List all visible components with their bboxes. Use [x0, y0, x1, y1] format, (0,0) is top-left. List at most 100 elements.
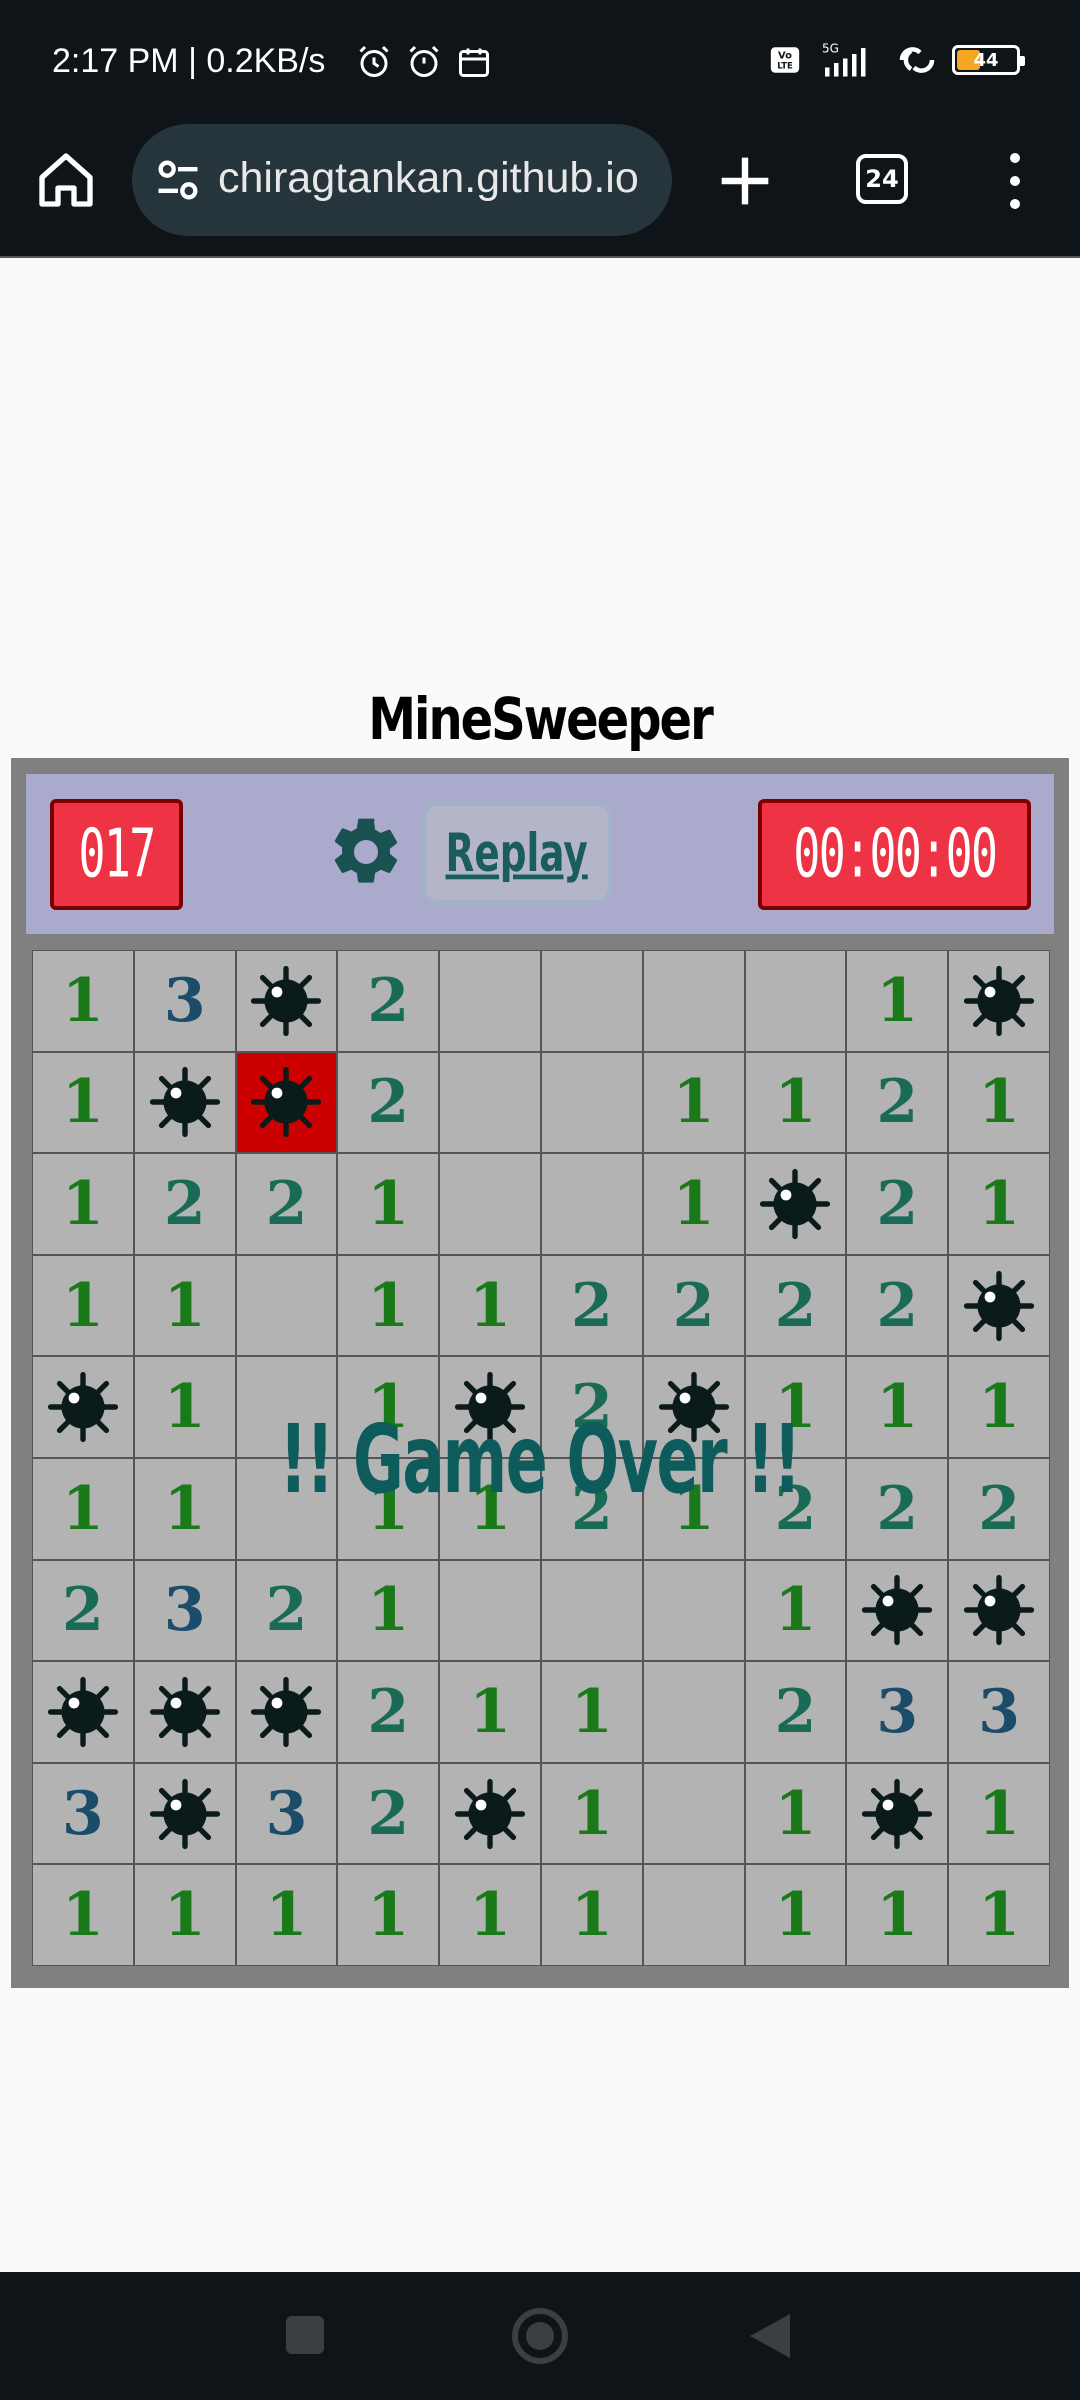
number-cell[interactable]: 3	[32, 1762, 134, 1865]
number-cell[interactable]: 2	[337, 950, 440, 1052]
number-cell[interactable]: 1	[846, 950, 949, 1052]
number-cell[interactable]: 1	[642, 1153, 745, 1255]
number-cell[interactable]: 2	[235, 1153, 338, 1255]
mine-cell[interactable]	[32, 1356, 134, 1458]
number-cell[interactable]: 1	[133, 1864, 236, 1966]
mine-cell[interactable]	[235, 1661, 338, 1763]
number-cell[interactable]: 1	[439, 1254, 541, 1357]
mine-cell[interactable]	[744, 1153, 847, 1255]
number-cell[interactable]: 2	[540, 1254, 643, 1357]
empty-cell[interactable]	[439, 1051, 541, 1154]
mine-cell[interactable]	[235, 950, 338, 1052]
number-cell[interactable]: 1	[133, 1254, 236, 1357]
number-cell[interactable]: 1	[32, 950, 134, 1052]
number-cell[interactable]: 1	[948, 1051, 1050, 1154]
number-cell[interactable]: 1	[439, 1457, 541, 1560]
number-cell[interactable]: 2	[846, 1051, 949, 1154]
number-cell[interactable]: 1	[642, 1051, 745, 1154]
empty-cell[interactable]	[642, 1864, 745, 1966]
number-cell[interactable]: 1	[337, 1457, 440, 1560]
number-cell[interactable]: 1	[642, 1457, 745, 1560]
number-cell[interactable]: 1	[32, 1864, 134, 1966]
empty-cell[interactable]	[642, 1559, 745, 1662]
number-cell[interactable]: 1	[744, 1356, 847, 1458]
number-cell[interactable]: 1	[540, 1762, 643, 1865]
number-cell[interactable]: 1	[32, 1254, 134, 1357]
number-cell[interactable]: 1	[32, 1153, 134, 1255]
mine-cell[interactable]	[133, 1661, 236, 1763]
number-cell[interactable]: 2	[744, 1661, 847, 1763]
new-tab-button[interactable]	[710, 146, 780, 216]
number-cell[interactable]: 2	[744, 1254, 847, 1357]
empty-cell[interactable]	[540, 1559, 643, 1662]
number-cell[interactable]: 1	[540, 1661, 643, 1763]
empty-cell[interactable]	[235, 1356, 338, 1458]
number-cell[interactable]: 2	[133, 1153, 236, 1255]
empty-cell[interactable]	[744, 950, 847, 1052]
number-cell[interactable]: 3	[133, 950, 236, 1052]
replay-button[interactable]: Replay	[422, 802, 612, 904]
number-cell[interactable]: 1	[846, 1356, 949, 1458]
settings-gear-icon[interactable]	[326, 812, 406, 892]
recents-button[interactable]	[286, 2316, 324, 2354]
number-cell[interactable]: 2	[846, 1153, 949, 1255]
number-cell[interactable]: 3	[846, 1661, 949, 1763]
mine-cell[interactable]	[32, 1661, 134, 1763]
number-cell[interactable]: 1	[337, 1254, 440, 1357]
mine-cell[interactable]	[642, 1356, 745, 1458]
mine-cell[interactable]	[133, 1762, 236, 1865]
empty-cell[interactable]	[540, 1153, 643, 1255]
number-cell[interactable]: 3	[133, 1559, 236, 1662]
number-cell[interactable]: 1	[846, 1864, 949, 1966]
mine-cell[interactable]	[846, 1559, 949, 1662]
exploded-mine-cell[interactable]	[235, 1051, 338, 1154]
number-cell[interactable]: 1	[948, 1356, 1050, 1458]
number-cell[interactable]: 1	[948, 1864, 1050, 1966]
number-cell[interactable]: 1	[439, 1661, 541, 1763]
number-cell[interactable]: 1	[337, 1356, 440, 1458]
home-nav-button[interactable]	[512, 2308, 568, 2364]
number-cell[interactable]: 2	[32, 1559, 134, 1662]
number-cell[interactable]: 3	[235, 1762, 338, 1865]
empty-cell[interactable]	[439, 950, 541, 1052]
number-cell[interactable]: 1	[32, 1051, 134, 1154]
number-cell[interactable]: 1	[337, 1864, 440, 1966]
more-menu-button[interactable]	[1000, 146, 1030, 216]
empty-cell[interactable]	[540, 950, 643, 1052]
number-cell[interactable]: 2	[948, 1457, 1050, 1560]
address-bar[interactable]: chiragtankan.github.io	[132, 124, 672, 236]
number-cell[interactable]: 1	[32, 1457, 134, 1560]
empty-cell[interactable]	[540, 1051, 643, 1154]
empty-cell[interactable]	[235, 1254, 338, 1357]
number-cell[interactable]: 2	[337, 1762, 440, 1865]
number-cell[interactable]: 1	[337, 1559, 440, 1662]
site-settings-icon[interactable]	[152, 154, 204, 206]
back-button[interactable]	[750, 2314, 790, 2358]
number-cell[interactable]: 1	[133, 1356, 236, 1458]
empty-cell[interactable]	[642, 950, 745, 1052]
mine-cell[interactable]	[133, 1051, 236, 1154]
number-cell[interactable]: 2	[540, 1457, 643, 1560]
number-cell[interactable]: 1	[337, 1153, 440, 1255]
number-cell[interactable]: 1	[439, 1864, 541, 1966]
mine-cell[interactable]	[439, 1762, 541, 1865]
number-cell[interactable]: 1	[744, 1559, 847, 1662]
home-button[interactable]	[34, 148, 98, 212]
number-cell[interactable]: 2	[846, 1254, 949, 1357]
number-cell[interactable]: 1	[744, 1864, 847, 1966]
number-cell[interactable]: 2	[642, 1254, 745, 1357]
url-text[interactable]: chiragtankan.github.io	[218, 154, 658, 203]
number-cell[interactable]: 1	[133, 1457, 236, 1560]
number-cell[interactable]: 1	[948, 1153, 1050, 1255]
number-cell[interactable]: 1	[235, 1864, 338, 1966]
number-cell[interactable]: 1	[540, 1864, 643, 1966]
number-cell[interactable]: 3	[948, 1661, 1050, 1763]
mine-cell[interactable]	[948, 950, 1050, 1052]
number-cell[interactable]: 2	[337, 1051, 440, 1154]
mine-cell[interactable]	[439, 1356, 541, 1458]
tab-switcher-button[interactable]: 24	[856, 154, 908, 204]
number-cell[interactable]: 2	[540, 1356, 643, 1458]
number-cell[interactable]: 2	[846, 1457, 949, 1560]
empty-cell[interactable]	[439, 1153, 541, 1255]
number-cell[interactable]: 2	[337, 1661, 440, 1763]
